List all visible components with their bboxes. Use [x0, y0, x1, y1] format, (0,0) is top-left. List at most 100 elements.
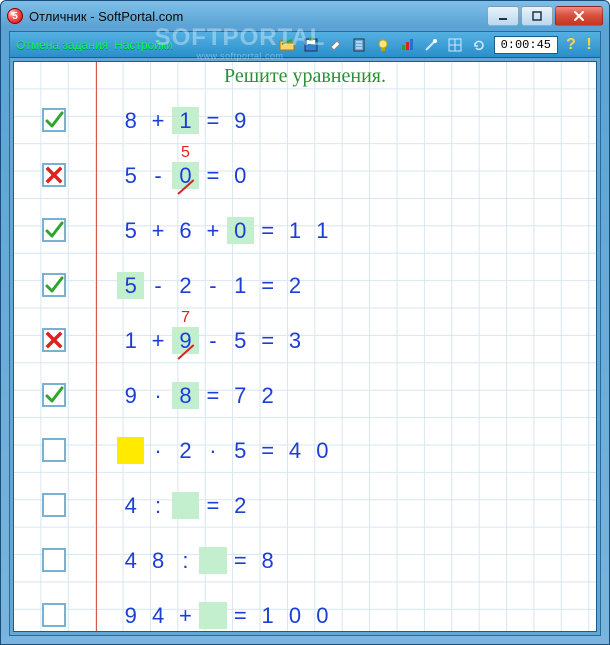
settings-link[interactable]: Настройки: [114, 38, 173, 52]
equation-cell: =: [254, 217, 281, 244]
app-body: SOFTPORTAL www.softportal.com Отмена зад…: [9, 31, 601, 636]
equation-cell: +: [144, 107, 171, 134]
equation-cell: ·: [144, 437, 171, 464]
equation: 5-2-1=2: [117, 272, 309, 299]
equation-cell: =: [199, 107, 226, 134]
save-icon[interactable]: [302, 36, 320, 54]
equation-cell: 2: [281, 272, 308, 299]
calculator-icon[interactable]: [350, 36, 368, 54]
help-icon[interactable]: ?: [564, 36, 578, 54]
answer-cell[interactable]: 1: [172, 107, 199, 134]
equation-cell: 5: [117, 217, 144, 244]
equation-cell: 4: [117, 492, 144, 519]
equation-cell: 2: [254, 382, 281, 409]
minimize-button[interactable]: [487, 6, 519, 26]
status-checkbox[interactable]: [42, 218, 66, 242]
equation-cell: 6: [172, 217, 199, 244]
equation-cell: 4: [144, 602, 171, 629]
equation-cell: 1: [281, 217, 308, 244]
grid-icon[interactable]: [446, 36, 464, 54]
window-title: Отличник - SoftPortal.com: [29, 9, 487, 24]
equation-cell: 9: [117, 382, 144, 409]
about-icon[interactable]: !: [584, 36, 594, 54]
equation: 94+=100: [117, 602, 336, 629]
equation-row: 48:=8: [14, 532, 596, 587]
equation-cell: 5: [227, 327, 254, 354]
status-checkbox[interactable]: [42, 438, 66, 462]
lightbulb-icon[interactable]: [374, 36, 392, 54]
equation-cell: 5: [227, 437, 254, 464]
app-icon: 5: [7, 8, 23, 24]
equation-cell: -: [199, 272, 226, 299]
status-checkbox[interactable]: [42, 548, 66, 572]
equation-cell: 4: [281, 437, 308, 464]
equation-cell: ·: [199, 437, 226, 464]
equation: ·2·5=40: [117, 437, 336, 464]
equation-cell: =: [199, 492, 226, 519]
equation-cell: 8: [144, 547, 171, 574]
equation-cell: 0: [309, 437, 336, 464]
equation-cell: -: [144, 162, 171, 189]
equation-cell: :: [144, 492, 171, 519]
status-checkbox[interactable]: [42, 328, 66, 352]
status-checkbox[interactable]: [42, 163, 66, 187]
answer-cell[interactable]: [172, 492, 199, 519]
correction-value: 5: [172, 144, 199, 162]
equation-cell: 7: [227, 382, 254, 409]
equation-row: 5+6+0=11: [14, 202, 596, 257]
worksheet-heading: Решите уравнения.: [14, 65, 596, 88]
close-button[interactable]: [555, 6, 603, 26]
app-window: 5 Отличник - SoftPortal.com SOFTPORTAL w…: [0, 0, 610, 645]
correction-value: 7: [172, 309, 199, 327]
maximize-button[interactable]: [521, 6, 553, 26]
chart-icon[interactable]: [398, 36, 416, 54]
toolbar: SOFTPORTAL www.softportal.com Отмена зад…: [10, 32, 600, 58]
answer-cell[interactable]: 5: [117, 272, 144, 299]
equation: 5+6+0=11: [117, 217, 336, 244]
window-controls: [487, 6, 603, 26]
answer-cell[interactable]: [117, 437, 144, 464]
open-file-icon[interactable]: [278, 36, 296, 54]
equation-cell: 5: [117, 162, 144, 189]
equation-cell: -: [199, 327, 226, 354]
equation-cell: 0: [281, 602, 308, 629]
equation-cell: +: [144, 327, 171, 354]
equation-cell: 0: [227, 162, 254, 189]
equation-cell: 2: [227, 492, 254, 519]
refresh-icon[interactable]: [470, 36, 488, 54]
equation-cell: =: [254, 327, 281, 354]
answer-cell[interactable]: 8: [172, 382, 199, 409]
status-checkbox[interactable]: [42, 108, 66, 132]
equation-cell: 9: [117, 602, 144, 629]
status-checkbox[interactable]: [42, 493, 66, 517]
equation-rows: 8+1=95-05=05+6+0=115-2-1=21+97-5=39·8=72…: [14, 92, 596, 632]
status-checkbox[interactable]: [42, 273, 66, 297]
equation-cell: 9: [227, 107, 254, 134]
answer-cell[interactable]: [199, 547, 226, 574]
equation-row: 9·8=72: [14, 367, 596, 422]
status-checkbox[interactable]: [42, 383, 66, 407]
equation: 1+97-5=3: [117, 327, 309, 354]
equation: 8+1=9: [117, 107, 254, 134]
timer-display: 0:00:45: [494, 36, 558, 54]
answer-cell[interactable]: 05: [172, 162, 199, 189]
equation-cell: =: [254, 437, 281, 464]
equation-row: 5-05=0: [14, 147, 596, 202]
wand-icon[interactable]: [422, 36, 440, 54]
equation-cell: 3: [281, 327, 308, 354]
answer-cell[interactable]: [199, 602, 226, 629]
equation-cell: =: [199, 162, 226, 189]
equation-cell: +: [199, 217, 226, 244]
equation-cell: 8: [117, 107, 144, 134]
equation-cell: ·: [144, 382, 171, 409]
answer-cell[interactable]: 0: [227, 217, 254, 244]
equation-cell: =: [227, 547, 254, 574]
equation-cell: :: [172, 547, 199, 574]
equation: 4: =2: [117, 492, 254, 519]
titlebar[interactable]: 5 Отличник - SoftPortal.com: [1, 1, 609, 31]
eraser-icon[interactable]: [326, 36, 344, 54]
cancel-task-link[interactable]: Отмена задания: [16, 38, 108, 52]
answer-cell[interactable]: 97: [172, 327, 199, 354]
status-checkbox[interactable]: [42, 603, 66, 627]
equation-cell: +: [172, 602, 199, 629]
